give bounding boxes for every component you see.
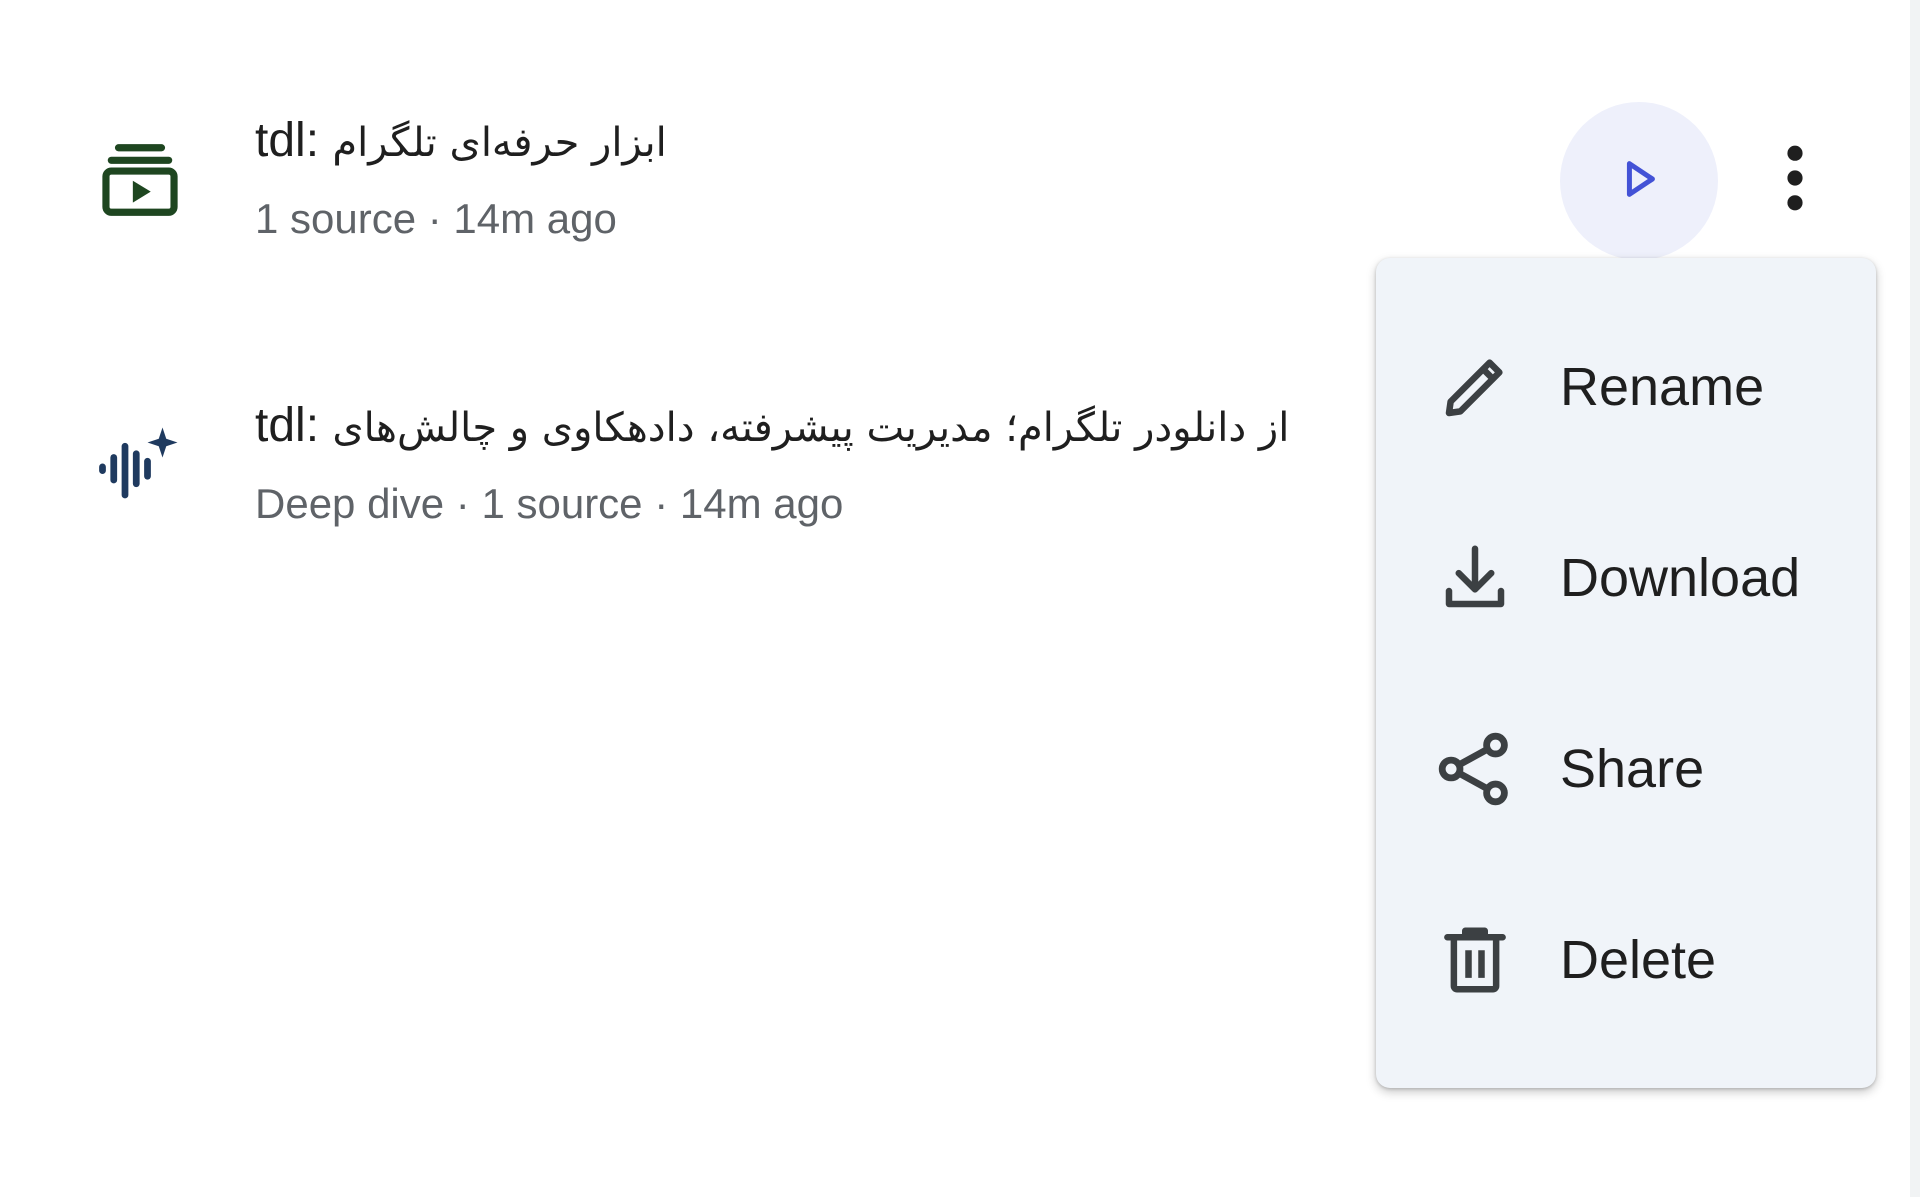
note-title: tdl: از دانلودر تلگرام؛ مدیریت پیشرفته، … — [255, 393, 1289, 460]
studio-notes-panel: tdl: ابزار حرفه‌ای تلگرام 1 source · 14m… — [0, 0, 1920, 1197]
video-overview-icon — [90, 130, 190, 230]
menu-item-label: Download — [1560, 548, 1801, 608]
play-button[interactable] — [1560, 102, 1718, 260]
note-meta: 1 source · 14m ago — [255, 195, 617, 242]
audio-sparkle-icon — [90, 415, 190, 515]
menu-item-rename[interactable]: Rename — [1376, 302, 1876, 472]
share-icon — [1430, 724, 1520, 814]
note-row-video[interactable]: tdl: ابزار حرفه‌ای تلگرام 1 source · 14m… — [90, 100, 1370, 242]
trash-icon — [1430, 915, 1520, 1005]
note-row-text: tdl: ابزار حرفه‌ای تلگرام 1 source · 14m… — [255, 108, 667, 249]
context-menu: Rename Download Share Delete — [1376, 258, 1876, 1088]
menu-item-label: Delete — [1560, 930, 1717, 990]
note-title: tdl: ابزار حرفه‌ای تلگرام — [255, 108, 667, 175]
note-row-text: tdl: از دانلودر تلگرام؛ مدیریت پیشرفته، … — [255, 393, 1289, 534]
menu-item-label: Rename — [1560, 357, 1765, 417]
download-icon — [1430, 533, 1520, 623]
pencil-icon — [1430, 342, 1520, 432]
menu-item-delete[interactable]: Delete — [1376, 875, 1876, 1045]
note-title-prefix: tdl: — [255, 114, 333, 167]
note-title-prefix: tdl: — [255, 399, 333, 452]
menu-item-download[interactable]: Download — [1376, 493, 1876, 663]
more-vert-icon — [1780, 143, 1810, 218]
scrollbar[interactable] — [1910, 0, 1920, 1197]
note-title-persian: ابزار حرفه‌ای تلگرام — [332, 120, 667, 166]
play-icon — [1616, 156, 1662, 207]
menu-item-share[interactable]: Share — [1376, 684, 1876, 854]
menu-item-label: Share — [1560, 739, 1705, 799]
more-options-button[interactable] — [1760, 130, 1830, 230]
note-title-persian: از دانلودر تلگرام؛ مدیریت پیشرفته، دادهک… — [332, 405, 1290, 451]
note-row-audio[interactable]: tdl: از دانلودر تلگرام؛ مدیریت پیشرفته، … — [90, 385, 1370, 527]
note-meta: Deep dive · 1 source · 14m ago — [255, 480, 844, 527]
